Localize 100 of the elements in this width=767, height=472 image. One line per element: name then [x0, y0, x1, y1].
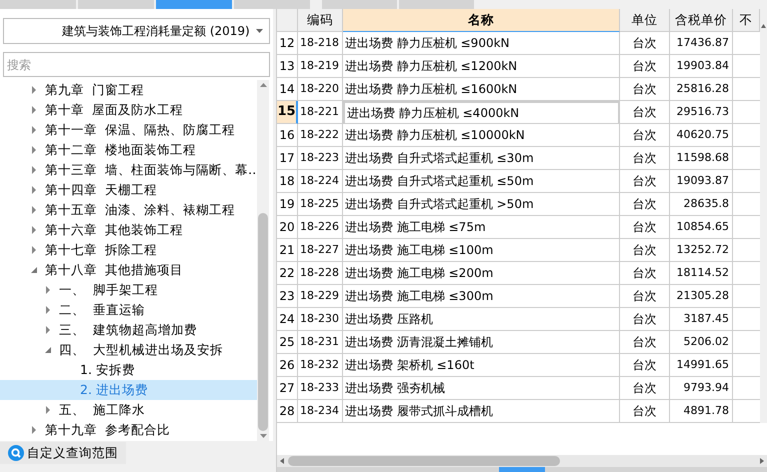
collapsed-triangle-icon[interactable] [31, 206, 38, 214]
table-row[interactable]: 16 18-222 进出场费 静力压桩机 ≤10000kN 台次 40620.75 [277, 124, 760, 147]
table-row[interactable]: 25 18-231 进出场费 沥青混凝土摊铺机 台次 5206.02 [277, 331, 760, 354]
table-row[interactable]: 24 18-230 进出场费 压路机 台次 3187.45 [277, 308, 760, 331]
table-cell: 40620.75 [670, 124, 733, 147]
table-row[interactable]: 23 18-229 进出场费 施工电梯 ≤300m 台次 21305.28 [277, 285, 760, 308]
collapsed-triangle-icon[interactable] [31, 246, 38, 254]
tree-item[interactable]: 第十五章 油漆、涂料、裱糊工程 [0, 200, 257, 220]
scroll-down-icon[interactable] [260, 434, 266, 438]
custom-scope-button[interactable]: 自定义查询范围 [0, 442, 126, 464]
table-cell: 19903.84 [670, 55, 733, 78]
table-cell: 25816.28 [670, 78, 733, 101]
table-row[interactable]: 17 18-223 进出场费 自升式塔式起重机 ≤30m 台次 11598.68 [277, 147, 760, 170]
expanded-triangle-icon[interactable] [45, 346, 52, 354]
collapsed-triangle-icon[interactable] [45, 406, 52, 414]
panel-toggle-handle[interactable] [499, 467, 545, 472]
table-row[interactable]: 26 18-232 进出场费 架桥机 ≤160t 台次 14991.65 [277, 354, 760, 377]
search-icon [8, 445, 24, 461]
column-header[interactable]: 单位 [620, 9, 670, 32]
table-cell: 进出场费 静力压桩机 ≤10000kN [343, 124, 620, 147]
table-cell: 18-227 [298, 239, 343, 262]
table-cell: 台次 [620, 55, 670, 78]
table-row[interactable]: 22 18-228 进出场费 施工电梯 ≤200m 台次 18114.52 [277, 262, 760, 285]
table-cell: 台次 [620, 377, 670, 400]
table-row[interactable]: 28 18-234 进出场费 履带式抓斗成槽机 台次 4891.78 [277, 400, 760, 423]
tree-item[interactable]: 二、 垂直运输 [0, 300, 257, 320]
tree-item[interactable]: 第十三章 墙、柱面装饰与隔断、幕… [0, 160, 257, 180]
table-cell: 进出场费 施工电梯 ≤300m [343, 285, 620, 308]
tree-item[interactable]: 第十六章 其他装饰工程 [0, 220, 257, 240]
search-field[interactable]: 搜索 [3, 52, 270, 77]
tree-item[interactable]: 1. 安拆费 [0, 360, 257, 380]
collapsed-triangle-icon[interactable] [31, 106, 38, 114]
table-row[interactable]: 27 18-233 进出场费 强夯机械 台次 9793.94 [277, 377, 760, 400]
library-dropdown[interactable]: 建筑与装饰工程消耗量定额 (2019) [3, 18, 270, 44]
scroll-thumb[interactable] [258, 213, 268, 431]
collapsed-triangle-icon[interactable] [31, 126, 38, 134]
horizontal-scrollbar[interactable] [277, 455, 767, 467]
table-row[interactable]: 19 18-225 进出场费 自升式塔式起重机 >50m 台次 28635.8 [277, 193, 760, 216]
table-cell: 台次 [620, 285, 670, 308]
table-row[interactable]: 14 18-220 进出场费 静力压桩机 ≤1600kN 台次 25816.28 [277, 78, 760, 101]
row-number: 22 [277, 262, 298, 285]
row-number: 26 [277, 354, 298, 377]
table-cell: 19093.87 [670, 170, 733, 193]
table-cell: 18-226 [298, 216, 343, 239]
tree-item[interactable]: 第十章 屋面及防水工程 [0, 100, 257, 120]
column-header[interactable]: 含税单价 [670, 9, 733, 32]
table-row[interactable]: 18 18-224 进出场费 自升式塔式起重机 ≤50m 台次 19093.87 [277, 170, 760, 193]
dropdown-caret-icon[interactable] [256, 29, 263, 33]
collapsed-triangle-icon[interactable] [31, 166, 38, 174]
tree-item[interactable]: 第十九章 参考配合比 [0, 420, 257, 440]
table-cell: 进出场费 自升式塔式起重机 ≤30m [343, 147, 620, 170]
table-row[interactable]: 21 18-227 进出场费 施工电梯 ≤100m 台次 13252.72 [277, 239, 760, 262]
table-row[interactable]: 15 18-221 进出场费 静力压桩机 ≤4000kN 台次 29516.73 [277, 101, 760, 124]
table-cell: 5206.02 [670, 331, 733, 354]
table-cell: 18-232 [298, 354, 343, 377]
scroll-up-icon[interactable] [260, 83, 266, 87]
table-cell: 台次 [620, 331, 670, 354]
table-row[interactable]: 13 18-219 进出场费 静力压桩机 ≤1200kN 台次 19903.84 [277, 55, 760, 78]
scroll-thumb[interactable] [288, 456, 560, 466]
table-cell: 台次 [620, 147, 670, 170]
row-number: 27 [277, 377, 298, 400]
collapsed-triangle-icon[interactable] [31, 226, 38, 234]
collapsed-triangle-icon[interactable] [31, 86, 38, 94]
table-cell: 18-218 [298, 32, 343, 55]
table-cell: 台次 [620, 193, 670, 216]
table-row[interactable]: 20 18-226 进出场费 施工电梯 ≤75m 台次 10854.65 [277, 216, 760, 239]
table-cell: 18-230 [298, 308, 343, 331]
tree-item[interactable]: 三、 建筑物超高增加费 [0, 320, 257, 340]
tree-item[interactable]: 第九章 门窗工程 [0, 80, 257, 100]
column-header[interactable]: 名称 [343, 9, 620, 32]
table-cell: 17436.87 [670, 32, 733, 55]
table-cell: 18-222 [298, 124, 343, 147]
collapsed-triangle-icon[interactable] [31, 186, 38, 194]
scroll-right-icon[interactable] [760, 458, 764, 464]
row-number: 20 [277, 216, 298, 239]
table-cell: 18-224 [298, 170, 343, 193]
tree-item[interactable]: 一、 脚手架工程 [0, 280, 257, 300]
collapsed-triangle-icon[interactable] [45, 306, 52, 314]
table-cell: 进出场费 施工电梯 ≤100m [343, 239, 620, 262]
tree-item[interactable]: 第十一章 保温、隔热、防腐工程 [0, 120, 257, 140]
collapsed-triangle-icon[interactable] [45, 326, 52, 334]
scroll-left-icon[interactable] [280, 458, 284, 464]
table-cell: 进出场费 自升式塔式起重机 ≤50m [343, 170, 620, 193]
collapsed-triangle-icon[interactable] [45, 286, 52, 294]
scroll-up-icon[interactable] [761, 24, 766, 28]
tree-item[interactable]: 第十八章 其他措施项目 [0, 260, 257, 280]
table-cell: 进出场费 压路机 [343, 308, 620, 331]
collapsed-triangle-icon[interactable] [31, 146, 38, 154]
collapsed-triangle-icon[interactable] [31, 426, 38, 434]
tree-item[interactable]: 五、 施工降水 [0, 400, 257, 420]
tree-item[interactable]: 第十七章 拆除工程 [0, 240, 257, 260]
expanded-triangle-icon[interactable] [31, 266, 38, 274]
tree-item[interactable]: 第十二章 楼地面装饰工程 [0, 140, 257, 160]
table-row[interactable]: 12 18-218 进出场费 静力压桩机 ≤900kN 台次 17436.87 [277, 32, 760, 55]
tree-item[interactable]: 四、 大型机械进出场及安拆 [0, 340, 257, 360]
tree-item[interactable]: 第十四章 天棚工程 [0, 180, 257, 200]
table-cell: 18-234 [298, 400, 343, 423]
row-number: 28 [277, 400, 298, 423]
vertical-scrollbar[interactable] [257, 80, 269, 441]
row-number: 23 [277, 285, 298, 308]
